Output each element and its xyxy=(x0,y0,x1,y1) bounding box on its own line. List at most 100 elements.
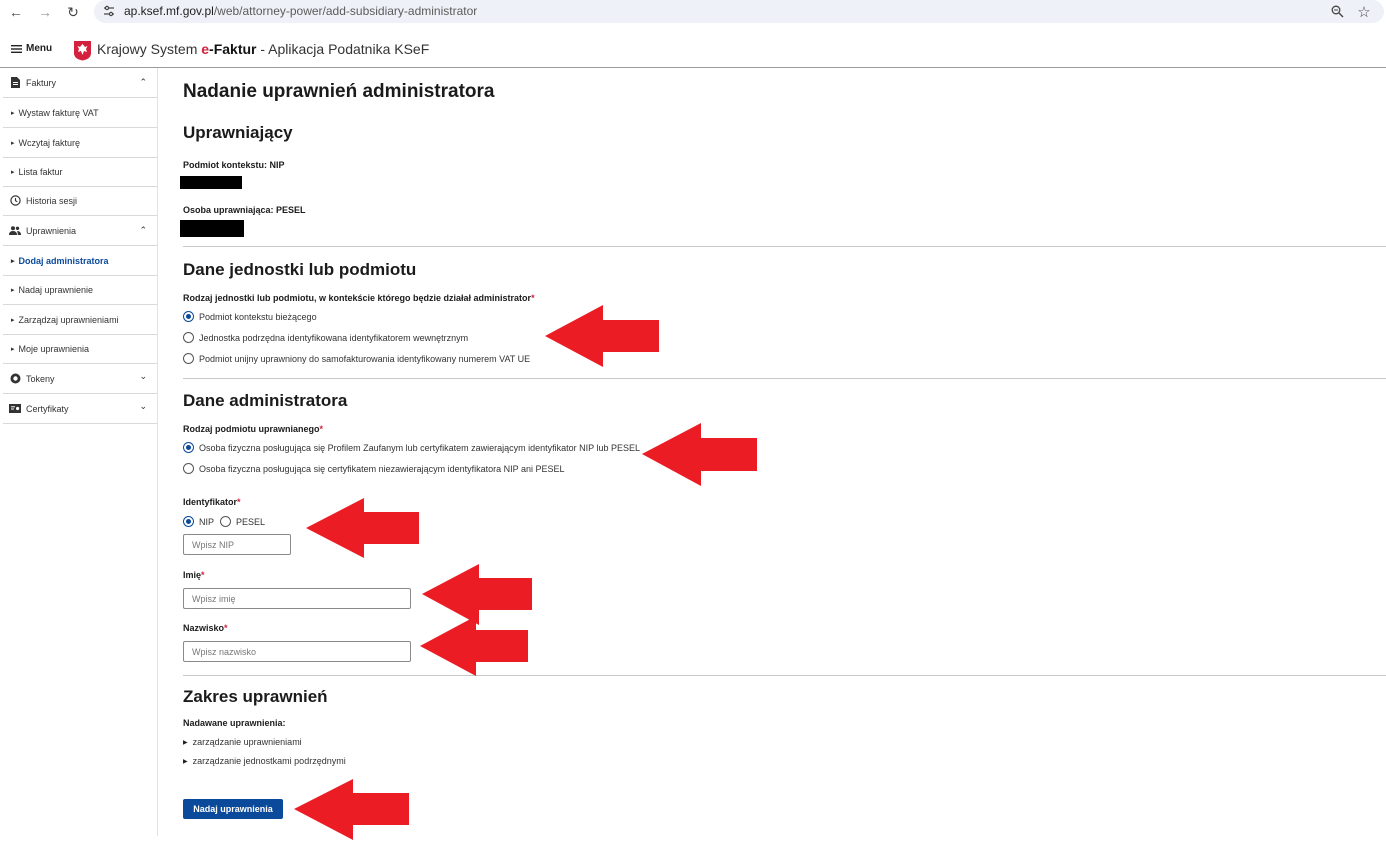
browser-toolbar: ← → ↻ ap.ksef.mf.gov.pl/web/attorney-pow… xyxy=(0,0,1386,24)
people-icon xyxy=(9,225,21,237)
triangle-bullet-icon: ▶ xyxy=(183,758,188,765)
entity-option-subordinate[interactable]: Jednostka podrzędna identyfikowana ident… xyxy=(183,332,468,343)
sidebar-item-label: Moje uprawnienia xyxy=(18,343,90,354)
first-name-label: Imię* xyxy=(183,570,205,580)
annotation-arrow-icon xyxy=(306,498,419,558)
radio-label: Podmiot kontekstu bieżącego xyxy=(199,311,317,322)
title-suffix: - Aplikacja Podatnika KSeF xyxy=(256,41,430,57)
nip-input[interactable]: Wpisz NIP xyxy=(183,534,291,555)
forward-icon[interactable]: → xyxy=(36,3,54,21)
brand-e: e xyxy=(201,41,210,57)
radio-label: Podmiot unijny uprawniony do samofakturo… xyxy=(199,353,531,364)
permission-item: ▶ zarządzanie jednostkami podrzędnymi xyxy=(183,756,346,766)
bullet-icon: ▸ xyxy=(11,286,15,294)
redacted-pesel xyxy=(180,220,244,237)
bullet-icon: ▸ xyxy=(11,168,15,176)
radio-unchecked[interactable] xyxy=(183,463,194,474)
admin-heading: Dane administratora xyxy=(183,391,348,410)
chevron-down-icon: ⌄ xyxy=(139,371,147,381)
sidebar-item-faktury[interactable]: Faktury ⌃ xyxy=(3,68,157,98)
url-host: ap.ksef.mf.gov.pl xyxy=(124,4,214,18)
bullet-icon: ▸ xyxy=(11,345,15,353)
sidebar-item-label: Dodaj administratora xyxy=(18,255,109,266)
radio-unchecked[interactable] xyxy=(183,353,194,364)
radio-checked[interactable] xyxy=(183,311,194,322)
identifier-option-nip[interactable]: NIP xyxy=(183,516,214,527)
triangle-bullet-icon: ▶ xyxy=(183,739,188,746)
last-name-input[interactable]: Wpisz nazwisko xyxy=(183,641,411,662)
permission-label: zarządzanie uprawnieniami xyxy=(192,737,302,747)
sidebar-item-label: Tokeny xyxy=(26,373,55,384)
radio-label: NIP xyxy=(199,516,215,527)
sidebar-item-certyfikaty[interactable]: Certyfikaty ⌄ xyxy=(3,394,157,424)
annotation-arrow-icon xyxy=(420,616,528,676)
sidebar-item-wystaw-fakture[interactable]: ▸ Wystaw fakturę VAT xyxy=(3,98,157,128)
radio-label: PESEL xyxy=(236,516,266,527)
admin-type-text: Rodzaj podmiotu uprawnianego xyxy=(183,424,320,434)
poland-emblem-icon xyxy=(74,41,91,61)
annotation-arrow-icon xyxy=(545,305,659,367)
radio-unchecked[interactable] xyxy=(220,516,231,527)
first-name-text: Imię xyxy=(183,570,202,580)
bullet-icon: ▸ xyxy=(11,139,15,147)
admin-type-option-trusted[interactable]: Osoba fizyczna posługująca się Profilem … xyxy=(183,442,640,453)
token-icon xyxy=(9,373,21,385)
permission-item: ▶ zarządzanie uprawnieniami xyxy=(183,737,302,747)
admin-type-option-certificate[interactable]: Osoba fizyczna posługująca się certyfika… xyxy=(183,463,565,474)
sidebar-item-label: Nadaj uprawnienie xyxy=(18,284,94,295)
permission-label: zarządzanie jednostkami podrzędnymi xyxy=(192,756,346,766)
sidebar-item-moje-uprawnienia[interactable]: ▸ Moje uprawnienia xyxy=(3,334,157,364)
back-icon[interactable]: ← xyxy=(7,3,25,21)
chevron-down-icon: ⌄ xyxy=(139,401,147,411)
sidebar-item-dodaj-administratora[interactable]: ▸ Dodaj administratora xyxy=(3,246,157,276)
reload-icon[interactable]: ↻ xyxy=(64,3,82,21)
sidebar-item-nadaj-uprawnienie[interactable]: ▸ Nadaj uprawnienie xyxy=(3,275,157,305)
granted-permissions-label: Nadawane uprawnienia: xyxy=(183,718,286,728)
required-mark: * xyxy=(319,424,324,434)
sidebar-item-tokeny[interactable]: Tokeny ⌄ xyxy=(3,364,157,394)
admin-type-label: Rodzaj podmiotu uprawnianego* xyxy=(183,424,323,434)
brand-efaktur: e-Faktur xyxy=(201,41,256,57)
context-nip-label: Podmiot kontekstu: NIP xyxy=(183,160,285,170)
app-header: Menu Krajowy System e-Faktur - Aplikacja… xyxy=(0,34,1386,68)
redacted-nip xyxy=(180,176,242,189)
url-text: ap.ksef.mf.gov.pl/web/attorney-power/add… xyxy=(124,4,477,18)
hamburger-icon xyxy=(11,44,22,53)
identifier-text: Identyfikator xyxy=(183,497,238,507)
chevron-up-icon: ⌃ xyxy=(139,225,147,235)
clock-icon xyxy=(9,195,21,207)
zoom-icon[interactable] xyxy=(1331,5,1344,18)
radio-unchecked[interactable] xyxy=(183,332,194,343)
bullet-icon: ▸ xyxy=(11,316,15,324)
bookmark-star-icon[interactable]: ☆ xyxy=(1355,3,1373,21)
sidebar-item-label: Zarządzaj uprawnieniami xyxy=(18,314,119,325)
radio-label: Osoba fizyczna posługująca się Profilem … xyxy=(199,442,641,453)
url-path: /web/attorney-power/add-subsidiary-admin… xyxy=(213,4,478,18)
sidebar-item-uprawnienia[interactable]: Uprawnienia ⌃ xyxy=(3,216,157,246)
menu-button[interactable]: Menu xyxy=(11,43,52,54)
sidebar-item-label: Certyfikaty xyxy=(26,403,69,414)
site-settings-icon[interactable] xyxy=(103,5,115,17)
identifier-option-pesel[interactable]: PESEL xyxy=(220,516,265,527)
identifier-label: Identyfikator* xyxy=(183,497,241,507)
annotation-arrow-icon xyxy=(642,423,757,486)
radio-checked[interactable] xyxy=(183,442,194,453)
divider xyxy=(183,246,1386,247)
sidebar-item-historia-sesji[interactable]: Historia sesji xyxy=(3,186,157,216)
entity-option-eu[interactable]: Podmiot unijny uprawniony do samofakturo… xyxy=(183,353,530,364)
sidebar-item-label: Historia sesji xyxy=(26,195,78,206)
sidebar-item-label: Wystaw fakturę VAT xyxy=(18,107,99,118)
submit-button[interactable]: Nadaj uprawnienia xyxy=(183,799,283,819)
sidebar-item-label: Uprawnienia xyxy=(26,225,77,236)
page-title: Nadanie uprawnień administratora xyxy=(183,81,495,102)
first-name-input[interactable]: Wpisz imię xyxy=(183,588,411,609)
sidebar-item-wczytaj-fakture[interactable]: ▸ Wczytaj fakturę xyxy=(3,128,157,158)
radio-label: Osoba fizyczna posługująca się certyfika… xyxy=(199,463,565,474)
last-name-label: Nazwisko* xyxy=(183,623,228,633)
entity-type-text: Rodzaj jednostki lub podmiotu, w kontekś… xyxy=(183,293,532,303)
sidebar-item-lista-faktur[interactable]: ▸ Lista faktur xyxy=(3,157,157,187)
sidebar-item-zarzadzaj-uprawnieniami[interactable]: ▸ Zarządzaj uprawnieniami xyxy=(3,305,157,335)
entity-option-current[interactable]: Podmiot kontekstu bieżącego xyxy=(183,311,317,322)
radio-checked[interactable] xyxy=(183,516,194,527)
sidebar-item-label: Lista faktur xyxy=(18,166,63,177)
